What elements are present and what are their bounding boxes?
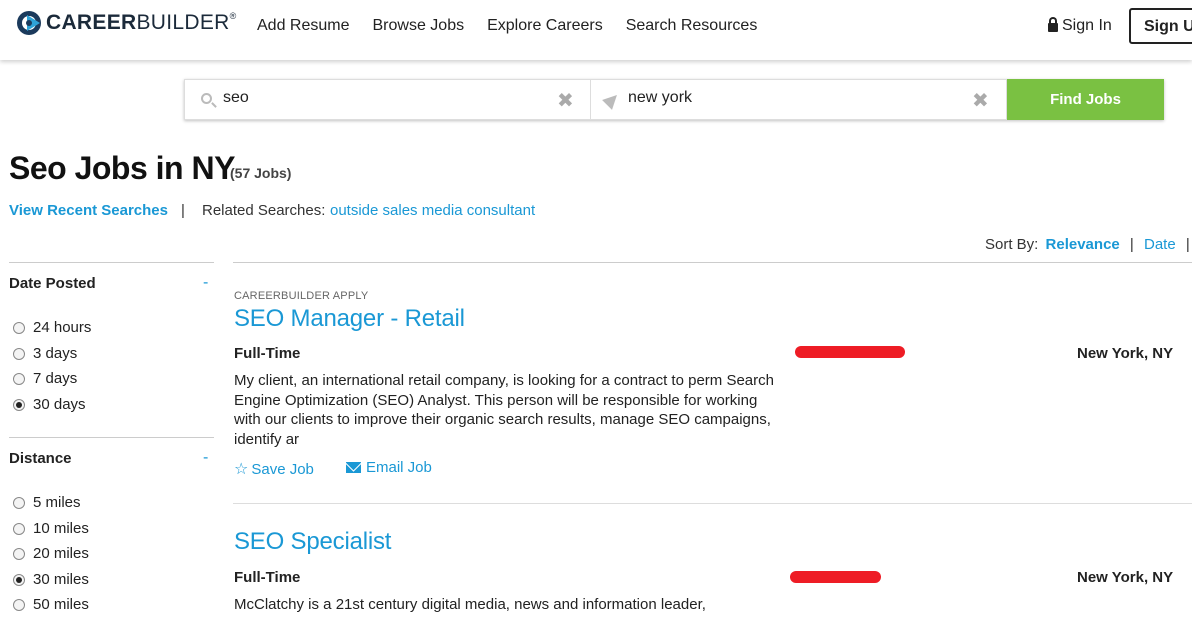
job-count: (57 Jobs): [230, 165, 292, 181]
date-posted-option[interactable]: 30 days: [13, 396, 86, 413]
radio-icon[interactable]: [13, 522, 25, 535]
page-title: Seo Jobs in NY: [9, 150, 235, 186]
find-jobs-button[interactable]: Find Jobs: [1007, 79, 1164, 120]
nav-explore-careers[interactable]: Explore Careers: [487, 17, 603, 35]
distance-option[interactable]: 10 miles: [13, 520, 89, 537]
distance-heading: Distance: [9, 450, 72, 467]
distance-option[interactable]: 20 miles: [13, 545, 89, 562]
lock-icon: [1048, 16, 1058, 32]
related-search-link[interactable]: outside sales media consultant: [330, 202, 535, 219]
nav-browse-jobs[interactable]: Browse Jobs: [373, 17, 465, 35]
date-posted-option[interactable]: 3 days: [13, 345, 77, 362]
sidebar-divider: [9, 262, 214, 263]
distance-option[interactable]: 50 miles: [13, 596, 89, 613]
results-top-divider: [233, 262, 1192, 263]
job-type: Full-Time: [234, 345, 301, 362]
keyword-input[interactable]: [223, 89, 523, 107]
radio-icon[interactable]: [13, 547, 25, 560]
nav-add-resume[interactable]: Add Resume: [257, 17, 350, 35]
radio-icon[interactable]: [13, 598, 25, 611]
nav-search-resources[interactable]: Search Resources: [626, 17, 758, 35]
sign-in-label: Sign In: [1062, 17, 1112, 34]
clear-location-icon[interactable]: ✖: [972, 91, 989, 111]
date-posted-collapse-toggle[interactable]: -: [203, 274, 208, 292]
save-job-button[interactable]: ☆ Save Job: [234, 459, 314, 479]
site-header: CAREERBUILDER® Add Resume Browse Jobs Ex…: [0, 0, 1192, 60]
related-searches-label: Related Searches:: [202, 202, 326, 219]
separator: |: [181, 202, 185, 219]
sort-separator: |: [1185, 236, 1190, 253]
redacted-company: [790, 571, 881, 583]
keyword-field: ✖: [184, 79, 591, 120]
job-description: McClatchy is a 21st century digital medi…: [234, 596, 706, 613]
radio-icon[interactable]: [13, 372, 25, 385]
logo-text: CAREERBUILDER®: [46, 11, 237, 34]
job-title-link[interactable]: SEO Manager - Retail: [234, 305, 465, 333]
sort-date-link[interactable]: Date: [1144, 236, 1176, 253]
location-input[interactable]: [628, 89, 928, 107]
sort-separator: |: [1129, 236, 1134, 253]
sign-in-link[interactable]: Sign In: [1048, 16, 1112, 35]
distance-collapse-toggle[interactable]: -: [203, 449, 208, 467]
job-title-link[interactable]: SEO Specialist: [234, 528, 391, 556]
sidebar-divider: [9, 437, 214, 438]
star-icon: ☆: [234, 461, 249, 478]
email-job-button[interactable]: Email Job: [346, 459, 432, 476]
sort-by: Sort By: Relevance | Date |: [985, 236, 1192, 253]
radio-icon[interactable]: [13, 496, 25, 509]
search-icon: [201, 93, 212, 104]
sort-by-label: Sort By:: [985, 236, 1039, 253]
main-nav: Add Resume Browse Jobs Explore Careers S…: [257, 17, 780, 35]
job-type: Full-Time: [234, 569, 301, 586]
clear-keyword-icon[interactable]: ✖: [557, 91, 574, 111]
job-location: New York, NY: [1077, 569, 1174, 586]
location-field: ✖: [591, 79, 1007, 120]
date-posted-option[interactable]: 24 hours: [13, 319, 91, 336]
location-arrow-icon[interactable]: [602, 90, 622, 110]
date-posted-heading: Date Posted: [9, 275, 96, 292]
careerbuilder-logo-icon: [17, 11, 41, 35]
envelope-icon: [346, 462, 361, 473]
job-search-bar: ✖ ✖ Find Jobs: [184, 79, 1164, 120]
job-apply-tag: CAREERBUILDER APPLY: [234, 290, 369, 302]
radio-selected-icon[interactable]: [13, 573, 25, 586]
job-divider: [233, 503, 1192, 504]
radio-selected-icon[interactable]: [13, 398, 25, 411]
distance-option[interactable]: 5 miles: [13, 494, 81, 511]
careerbuilder-logo[interactable]: CAREERBUILDER®: [17, 11, 237, 35]
sort-relevance-link[interactable]: Relevance: [1046, 236, 1120, 253]
radio-icon[interactable]: [13, 347, 25, 360]
date-posted-option[interactable]: 7 days: [13, 370, 77, 387]
job-location: New York, NY: [1077, 345, 1174, 362]
distance-option[interactable]: 30 miles: [13, 571, 89, 588]
view-recent-searches-link[interactable]: View Recent Searches: [9, 202, 168, 219]
radio-icon[interactable]: [13, 321, 25, 334]
redacted-company: [795, 346, 905, 358]
job-description: My client, an international retail compa…: [234, 372, 774, 448]
sign-up-button[interactable]: Sign Up: [1129, 8, 1192, 44]
